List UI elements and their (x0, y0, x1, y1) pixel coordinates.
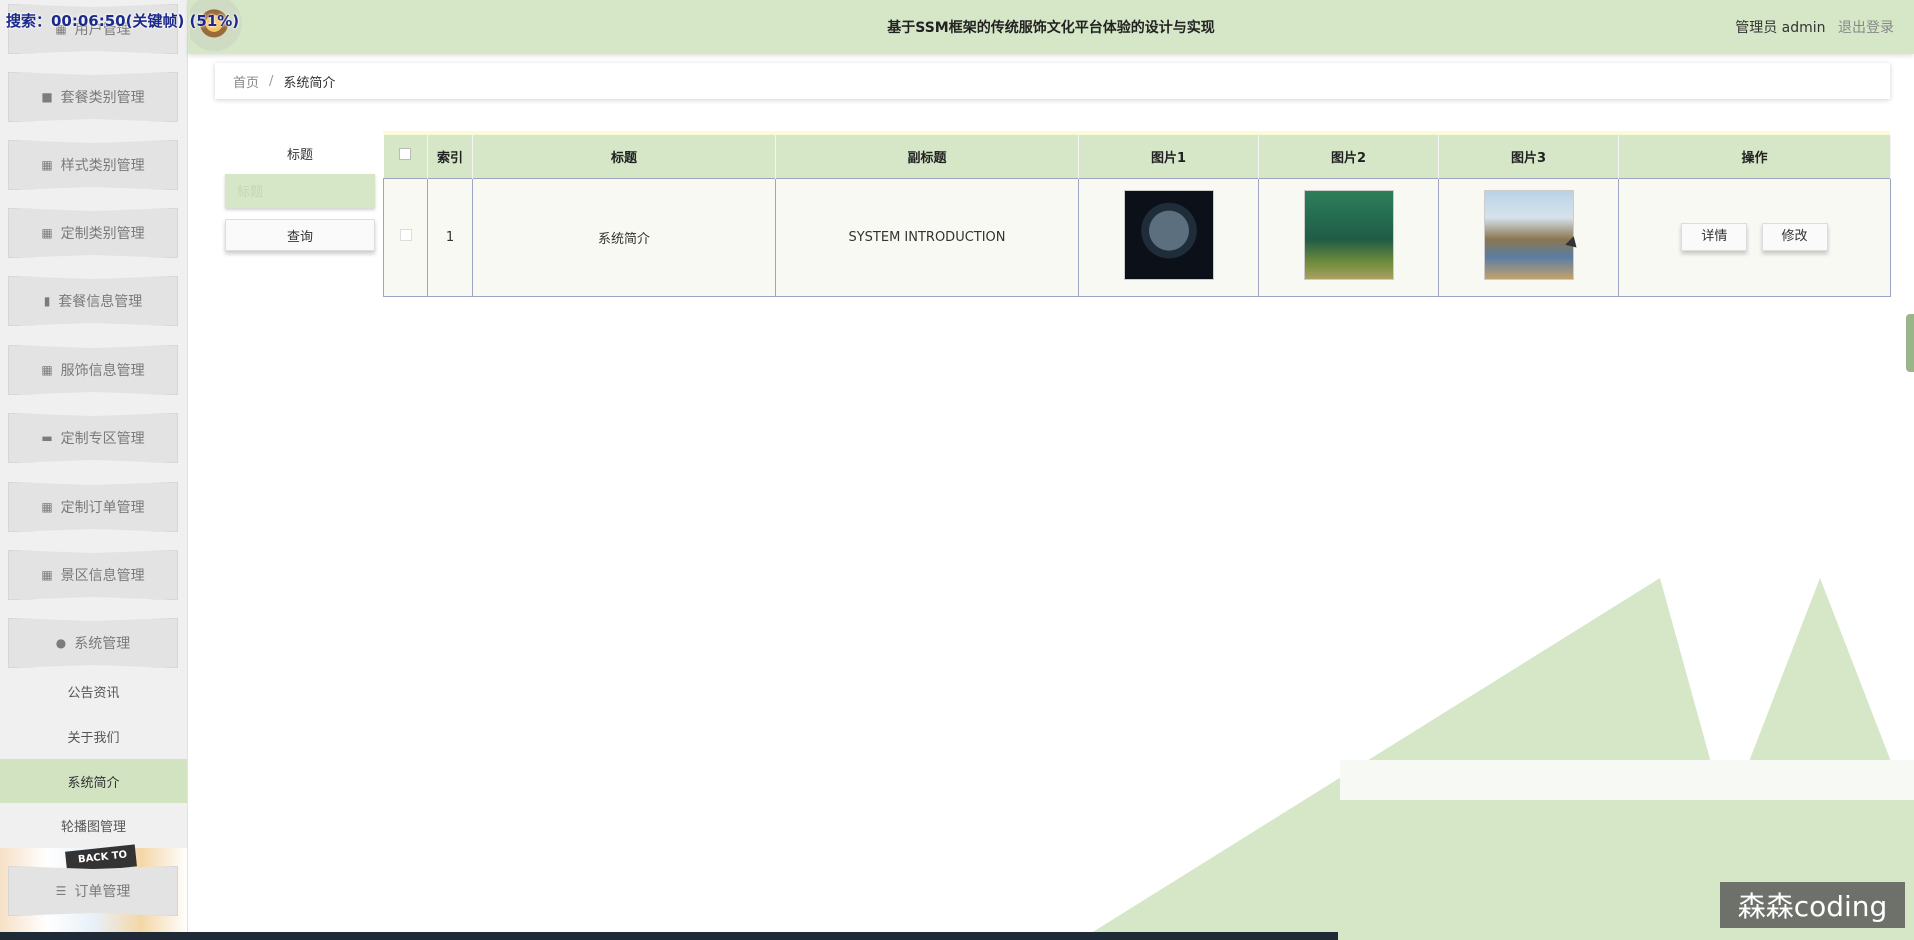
row-select-cell (383, 177, 428, 297)
background-fog (1340, 760, 1914, 800)
scrollbar-thumb[interactable] (1906, 314, 1914, 372)
monitor-icon: ▬ (41, 431, 53, 445)
site-title: 基于SSM框架的传统服饰文化平台体验的设计与实现 (887, 20, 1215, 36)
taskbar-strip (0, 932, 188, 940)
edit-button[interactable]: 修改 (1761, 223, 1828, 251)
pin-icon: ● (55, 636, 67, 650)
detail-button[interactable]: 详情 (1681, 223, 1748, 251)
video-timer-overlay: 搜索：00:06:50(关键帧) (51%) (6, 12, 240, 30)
logout-link[interactable]: 退出登录 (1838, 20, 1894, 36)
table-header-row: 索引 标题 副标题 图片1 图片2 图片3 操作 (383, 135, 1891, 178)
breadcrumb: 首页 / 系统简介 (215, 63, 1890, 99)
submenu-announcements[interactable]: 公告资讯 (0, 669, 187, 713)
grid-icon: ▦ (41, 568, 53, 582)
image2-cell (1258, 177, 1439, 297)
sidebar-item-custom-order[interactable]: ▦ 定制订单管理 (8, 482, 178, 532)
column-header: 索引 (427, 135, 473, 178)
submenu-system-intro[interactable]: 系统简介 (0, 759, 187, 803)
breadcrumb-separator: / (269, 73, 274, 89)
image2-thumbnail[interactable] (1303, 190, 1394, 280)
sidebar-item-style-category[interactable]: ▦ 样式类别管理 (8, 140, 178, 190)
search-button[interactable]: 查询 (225, 219, 375, 251)
sidebar-item-package-info[interactable]: ▮ 套餐信息管理 (8, 276, 178, 326)
sidebar: ▦ 用户管理 ■ 套餐类别管理 ▦ 样式类别管理 ▦ 定制类别管理 ▮ 套餐信息… (0, 0, 188, 940)
column-header: 图片2 (1258, 135, 1439, 178)
submenu-label: 轮播图管理 (60, 819, 126, 835)
sidebar-item-label: 样式类别管理 (60, 158, 145, 174)
sidebar-item-label: 服饰信息管理 (60, 363, 145, 379)
header-select-all (383, 135, 428, 178)
column-header: 图片1 (1078, 135, 1259, 178)
sidebar-item-label: 景区信息管理 (60, 568, 145, 584)
grid-icon: ▦ (41, 500, 53, 514)
user-box: 管理员 admin 退出登录 (1735, 17, 1894, 37)
briefcase-icon: ■ (41, 90, 53, 104)
submenu-carousel-manage[interactable]: 轮播图管理 (0, 803, 187, 847)
sidebar-item-label: 系统管理 (74, 636, 131, 652)
sidebar-item-label: 套餐信息管理 (58, 294, 143, 310)
search-label: 标题 (286, 148, 313, 163)
grid-icon: ▦ (41, 363, 53, 377)
list-icon: ☰ (55, 884, 67, 898)
data-table: 索引 标题 副标题 图片1 图片2 图片3 操作 1 系统简介 SYSTEM I… (383, 131, 1891, 297)
sidebar-item-clothing-info[interactable]: ▦ 服饰信息管理 (8, 345, 178, 395)
sidebar-item-system-manage[interactable]: ● 系统管理 (8, 618, 178, 668)
image3-thumbnail[interactable] (1483, 190, 1574, 280)
taskbar-strip (188, 932, 1338, 940)
row-checkbox[interactable] (399, 229, 412, 241)
breadcrumb-home[interactable]: 首页 (233, 72, 259, 91)
search-title-input[interactable] (225, 174, 375, 208)
sidebar-item-label: 套餐类别管理 (60, 90, 145, 106)
title-cell: 系统简介 (472, 177, 776, 297)
column-header: 副标题 (775, 135, 1079, 178)
sidebar-item-label: 定制类别管理 (60, 226, 145, 242)
subtitle-cell: SYSTEM INTRODUCTION (775, 177, 1079, 297)
sidebar-item-label: 定制专区管理 (60, 431, 145, 447)
submenu-label: 系统简介 (67, 775, 120, 791)
current-user: 管理员 admin (1735, 20, 1826, 36)
column-header: 操作 (1618, 135, 1891, 178)
grid-icon: ▦ (41, 158, 53, 172)
sidebar-item-custom-zone[interactable]: ▬ 定制专区管理 (8, 413, 178, 463)
table-row: 1 系统简介 SYSTEM INTRODUCTION 详情 修改 (383, 177, 1891, 297)
grid-icon: ▦ (41, 226, 53, 240)
sidebar-item-scenic-info[interactable]: ▦ 景区信息管理 (8, 550, 178, 600)
column-header: 标题 (472, 135, 776, 178)
submenu-label: 公告资讯 (67, 685, 120, 701)
sidebar-item-custom-category[interactable]: ▦ 定制类别管理 (8, 208, 178, 258)
select-all-checkbox[interactable] (399, 148, 412, 161)
sidebar-item-order-manage[interactable]: ☰ 订单管理 (8, 866, 178, 916)
watermark: 森森coding (1720, 882, 1905, 928)
sidebar-item-package-category[interactable]: ■ 套餐类别管理 (8, 72, 178, 122)
image1-cell (1078, 177, 1259, 297)
submenu-label: 关于我们 (67, 730, 120, 746)
clipboard-icon: ▮ (43, 294, 51, 308)
breadcrumb-current: 系统简介 (283, 75, 336, 91)
column-header: 图片3 (1438, 135, 1619, 178)
top-bar: 基于SSM框架的传统服饰文化平台体验的设计与实现 管理员 admin 退出登录 (188, 0, 1914, 54)
submenu-about-us[interactable]: 关于我们 (0, 714, 187, 758)
actions-cell: 详情 修改 (1618, 177, 1891, 297)
image1-thumbnail[interactable] (1123, 190, 1214, 280)
sidebar-item-label: 定制订单管理 (60, 500, 145, 516)
index-cell: 1 (427, 177, 473, 297)
image3-cell (1438, 177, 1619, 297)
sidebar-item-label: 订单管理 (74, 884, 131, 900)
